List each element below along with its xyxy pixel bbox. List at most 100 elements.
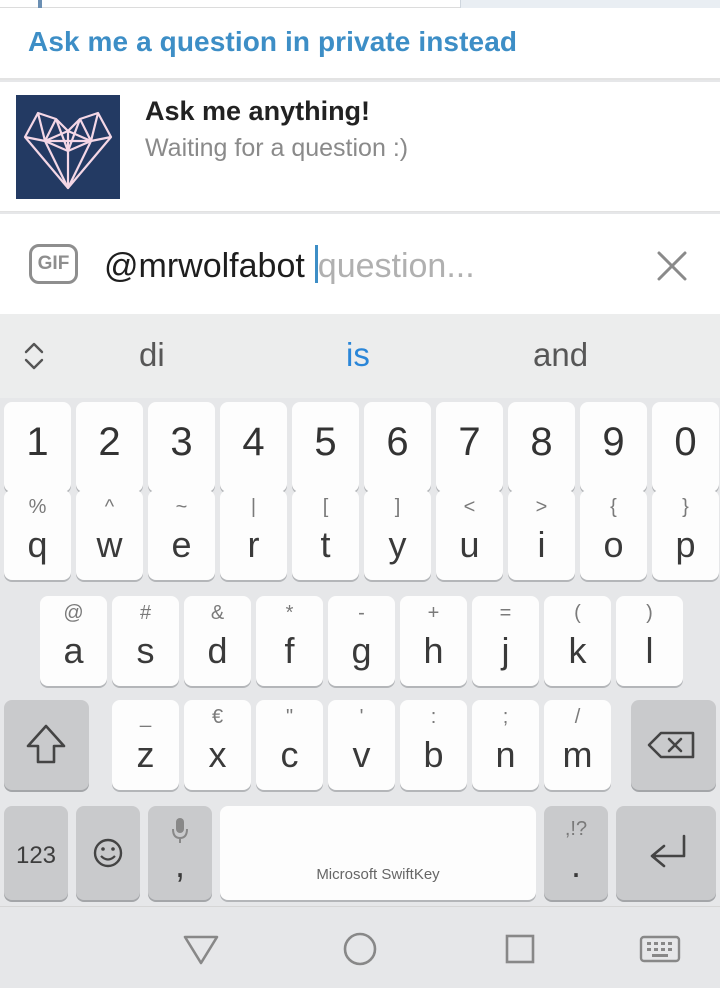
key-v[interactable]: ' v [328, 700, 395, 790]
key-secondary: € [211, 706, 224, 728]
shift-key[interactable] [4, 700, 89, 790]
key-label: 7 [458, 420, 481, 464]
key-p[interactable]: } p [652, 490, 719, 580]
key-secondary: : [430, 706, 437, 728]
key-label: v [352, 734, 371, 775]
backspace-key[interactable] [631, 700, 716, 790]
key-g[interactable]: -g [328, 596, 395, 686]
back-icon[interactable] [181, 929, 221, 969]
clear-icon[interactable] [652, 246, 692, 286]
key-label: h [423, 630, 444, 671]
key-label: t [320, 524, 331, 565]
key-label: 9 [602, 420, 625, 464]
backspace-icon [647, 731, 695, 759]
chat-header-remnant [0, 0, 720, 8]
key-n[interactable]: ; n [472, 700, 539, 790]
geometric-heart-logo-icon [16, 95, 120, 199]
key-label: 2 [98, 420, 121, 464]
recents-icon[interactable] [500, 929, 540, 969]
key-label: p [675, 524, 696, 565]
key-secondary: { [610, 496, 617, 518]
key-7[interactable]: 7 [436, 402, 503, 492]
key-label: k [568, 630, 587, 671]
key-label: f [284, 630, 295, 671]
key-2[interactable]: 2 [76, 402, 143, 492]
emoji-icon [93, 838, 123, 868]
key-secondary: > [535, 496, 548, 518]
key-r[interactable]: | r [220, 490, 287, 580]
key-f[interactable]: * f [256, 596, 323, 686]
private-question-label: Ask me a question in private instead [28, 26, 518, 57]
message-input[interactable]: @mrwolfabot question... [104, 245, 475, 286]
key-label: i [537, 524, 546, 565]
key-9[interactable]: 9 [580, 402, 647, 492]
key-t[interactable]: [t [292, 490, 359, 580]
comma-key[interactable]: , [148, 806, 212, 900]
key-k[interactable]: (k [544, 596, 611, 686]
space-key[interactable]: Microsoft SwiftKey [220, 806, 536, 900]
private-question-link[interactable]: Ask me a question in private instead [0, 8, 720, 80]
key-x[interactable]: € x [184, 700, 251, 790]
key-label: z [136, 734, 155, 775]
key-secondary: = [499, 602, 512, 624]
key-d[interactable]: & d [184, 596, 251, 686]
key-8[interactable]: 8 [508, 402, 575, 492]
suggestion-2[interactable]: is [346, 336, 370, 374]
key-label: l [645, 630, 654, 671]
keyboard: di is and 1 2 3 4 5 6 7 8 9 0% q ^ w ~ e | r[t] y < u > i{o} p… [0, 314, 720, 906]
key-q[interactable]: % q [4, 490, 71, 580]
suggestion-1[interactable]: di [139, 336, 165, 374]
result-title: Ask me anything! [145, 96, 371, 126]
key-secondary: ( [574, 602, 581, 624]
key-label: g [351, 630, 372, 671]
key-label: o [603, 524, 624, 565]
key-3[interactable]: 3 [148, 402, 215, 492]
key-label: n [495, 734, 516, 775]
key-label: j [501, 630, 510, 671]
key-secondary: + [427, 602, 440, 624]
key-j[interactable]: = j [472, 596, 539, 686]
key-i[interactable]: > i [508, 490, 575, 580]
key-o[interactable]: {o [580, 490, 647, 580]
result-description: Waiting for a question :) [145, 134, 409, 162]
key-1[interactable]: 1 [4, 402, 71, 492]
comma-label: , [174, 844, 185, 885]
key-w[interactable]: ^ w [76, 490, 143, 580]
key-c[interactable]: " c [256, 700, 323, 790]
key-e[interactable]: ~ e [148, 490, 215, 580]
key-0[interactable]: 0 [652, 402, 719, 492]
numbers-mode-key[interactable]: 123 [4, 806, 68, 900]
key-secondary: - [358, 602, 365, 624]
gif-button[interactable]: GIF [29, 244, 78, 284]
key-l[interactable]: ) l [616, 596, 683, 686]
key-6[interactable]: 6 [364, 402, 431, 492]
key-a[interactable]: @ a [40, 596, 107, 686]
key-s[interactable]: # s [112, 596, 179, 686]
key-4[interactable]: 4 [220, 402, 287, 492]
key-b[interactable]: :b [400, 700, 467, 790]
key-label: 6 [386, 420, 409, 464]
emoji-key[interactable] [76, 806, 140, 900]
key-5[interactable]: 5 [292, 402, 359, 492]
input-value: @mrwolfabot [104, 247, 305, 285]
suggestion-3[interactable]: and [533, 336, 588, 374]
key-label: q [27, 524, 48, 565]
key-m[interactable]: / m [544, 700, 611, 790]
key-z[interactable]: _ z [112, 700, 179, 790]
key-secondary: ' [359, 706, 364, 728]
key-label: 8 [530, 420, 553, 464]
period-key[interactable]: ,!?. [544, 806, 608, 900]
key-label: 5 [314, 420, 337, 464]
enter-key[interactable] [616, 806, 716, 900]
key-u[interactable]: < u [436, 490, 503, 580]
key-label: r [247, 524, 260, 565]
key-label: a [63, 630, 84, 671]
home-icon[interactable] [340, 929, 380, 969]
keyboard-icon[interactable] [638, 929, 682, 969]
expand-toolbar-icon[interactable] [22, 340, 46, 372]
inline-result-item[interactable]: Ask me anything! Waiting for a question … [0, 82, 720, 212]
header-divider [38, 0, 42, 8]
key-h[interactable]: + h [400, 596, 467, 686]
key-label: 3 [170, 420, 193, 464]
key-y[interactable]: ] y [364, 490, 431, 580]
